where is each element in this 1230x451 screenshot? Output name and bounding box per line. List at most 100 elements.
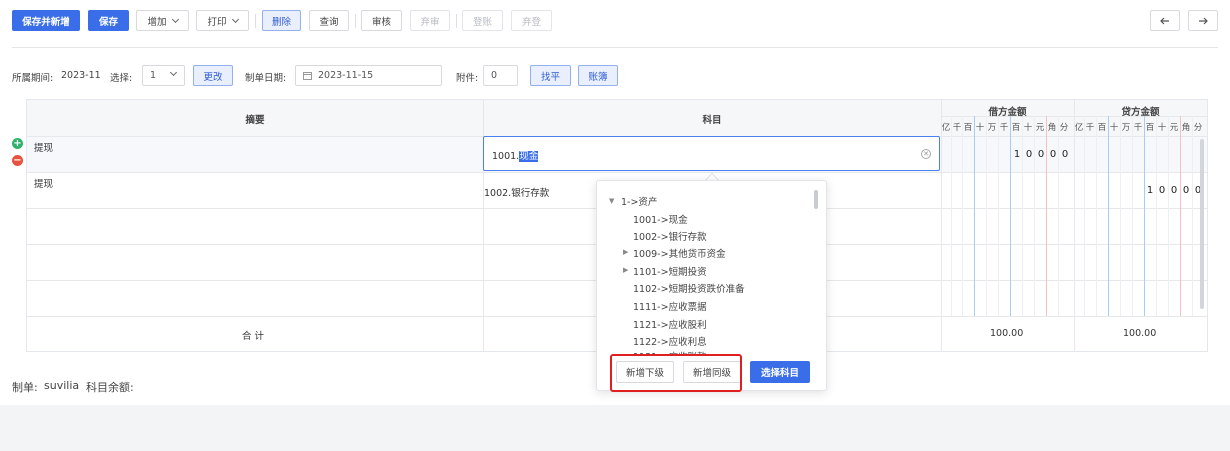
debit-digit: 0 — [1037, 149, 1045, 160]
period-label: 所属期间: — [12, 73, 54, 84]
debit-unit-label: 分 — [1059, 123, 1069, 133]
add-dropdown-button[interactable]: 增加 — [136, 10, 189, 31]
summary-cell[interactable]: 提现 — [34, 176, 53, 190]
digit-line — [1192, 116, 1193, 316]
debit-digit: 0 — [1061, 149, 1069, 160]
arrow-right-icon — [1199, 17, 1208, 24]
digit-line — [962, 116, 963, 316]
query-button[interactable]: 查询 — [309, 10, 349, 31]
debit-unit-label: 万 — [987, 123, 997, 133]
ledger-button[interactable]: 账簿 — [578, 65, 618, 86]
debit-unit-label: 百 — [1011, 123, 1021, 133]
col-divider — [1074, 100, 1075, 352]
tree-item[interactable]: 1001->现金 — [633, 212, 688, 226]
digit-line — [1010, 116, 1011, 316]
debit-unit-label: 元 — [1035, 123, 1045, 133]
next-button[interactable] — [1188, 10, 1218, 31]
debit-digit: 1 — [1013, 149, 1021, 160]
credit-unit-label: 亿 — [1074, 123, 1084, 133]
date-input[interactable]: 2023-11-15 — [295, 65, 442, 86]
col-divider — [941, 100, 942, 352]
debit-unit-label: 十 — [975, 123, 985, 133]
credit-unit-label: 十 — [1157, 123, 1167, 133]
credit-digit: 1 — [1146, 185, 1154, 196]
subject-input-text: 1001.现金 — [492, 148, 539, 162]
toolbar-divider — [255, 14, 256, 28]
toolbar-divider — [456, 14, 457, 28]
find-balance-button[interactable]: 找平 — [530, 65, 571, 86]
digit-line — [1058, 116, 1059, 316]
delete-button[interactable]: 删除 — [262, 10, 301, 31]
digit-line — [1108, 116, 1109, 316]
tree-item[interactable]: 1102->短期投资跌价准备 — [633, 281, 745, 295]
attachment-value: 0 — [491, 70, 498, 81]
digit-line — [1034, 116, 1035, 316]
unpost-button[interactable]: 弃登 — [511, 10, 552, 31]
select-label: 选择: — [110, 73, 133, 84]
maker-label: 制单: — [12, 381, 38, 394]
credit-unit-label: 万 — [1121, 123, 1131, 133]
period-value: 2023-11 — [61, 70, 101, 81]
credit-digit: 0 — [1182, 185, 1190, 196]
print-dropdown-button[interactable]: 打印 — [196, 10, 249, 31]
digit-line — [1132, 116, 1133, 316]
debit-unit-label: 角 — [1047, 123, 1057, 133]
digit-line — [951, 116, 952, 316]
digit-line — [1180, 116, 1181, 316]
print-label: 打印 — [207, 16, 227, 28]
credit-digit: 0 — [1170, 185, 1178, 196]
tree-item[interactable]: 1009->其他货币资金 — [633, 246, 726, 260]
credit-header: 贷方金额 — [1121, 107, 1160, 118]
table-scrollbar[interactable] — [1200, 139, 1204, 309]
digit-line — [1096, 116, 1097, 316]
debit-unit-label: 千 — [952, 123, 962, 133]
credit-unit-label: 千 — [1085, 123, 1095, 133]
voucher-select-value: 1 — [150, 70, 157, 81]
toolbar-divider-line — [12, 47, 1218, 48]
subject-header: 科目 — [702, 115, 722, 126]
choose-subject-button[interactable]: 选择科目 — [750, 361, 810, 383]
subject-name-selected: 现金 — [519, 151, 539, 162]
date-label: 制单日期: — [245, 73, 287, 84]
remove-row-icon[interactable]: − — [12, 155, 23, 166]
clear-icon[interactable]: ✕ — [921, 149, 931, 159]
tree-root[interactable]: 1->资产 — [621, 194, 657, 208]
total-label: 合 计 — [242, 331, 265, 342]
credit-unit-label: 元 — [1169, 123, 1179, 133]
caret-right-icon[interactable]: ▶ — [623, 266, 628, 274]
save-and-new-button[interactable]: 保存并新增 — [12, 10, 80, 31]
digit-line — [1156, 116, 1157, 316]
caret-down-icon[interactable]: ▼ — [609, 197, 614, 205]
unaudit-button[interactable]: 弃审 — [410, 10, 450, 31]
total-credit: 100.00 — [1123, 328, 1157, 339]
attachment-input[interactable]: 0 — [483, 65, 518, 86]
add-label: 增加 — [147, 16, 167, 28]
arrow-left-icon — [1160, 17, 1169, 24]
summary-cell[interactable]: 提现 — [34, 140, 53, 154]
caret-right-icon[interactable]: ▶ — [623, 248, 628, 256]
add-row-icon[interactable]: + — [12, 138, 23, 149]
previous-button[interactable] — [1150, 10, 1180, 31]
digit-line — [1046, 116, 1047, 316]
change-button[interactable]: 更改 — [193, 65, 233, 86]
voucher-select[interactable]: 1 — [142, 65, 185, 86]
dropdown-scrollbar[interactable] — [814, 190, 818, 209]
page-footer-area — [0, 405, 1230, 451]
debit-header: 借方金额 — [988, 107, 1027, 118]
attachment-label: 附件: — [456, 73, 479, 84]
tree-item[interactable]: 1121->应收股利 — [633, 317, 707, 331]
audit-button[interactable]: 审核 — [361, 10, 402, 31]
tree-item[interactable]: 1101->短期投资 — [633, 264, 707, 278]
date-value: 2023-11-15 — [318, 70, 374, 81]
post-button[interactable]: 登账 — [462, 10, 503, 31]
subject-cell[interactable]: 1002.银行存款 — [484, 185, 549, 199]
subject-input[interactable]: 1001.现金 ✕ — [483, 136, 940, 171]
tree-item[interactable]: 1122->应收利息 — [633, 334, 707, 348]
save-button[interactable]: 保存 — [88, 10, 129, 31]
digit-line — [998, 116, 999, 316]
tree-item[interactable]: 1111->应收票据 — [633, 299, 707, 313]
credit-unit-label: 百 — [1145, 123, 1155, 133]
chevron-down-icon — [171, 15, 179, 23]
total-debit: 100.00 — [990, 328, 1024, 339]
tree-item[interactable]: 1002->银行存款 — [633, 229, 707, 243]
